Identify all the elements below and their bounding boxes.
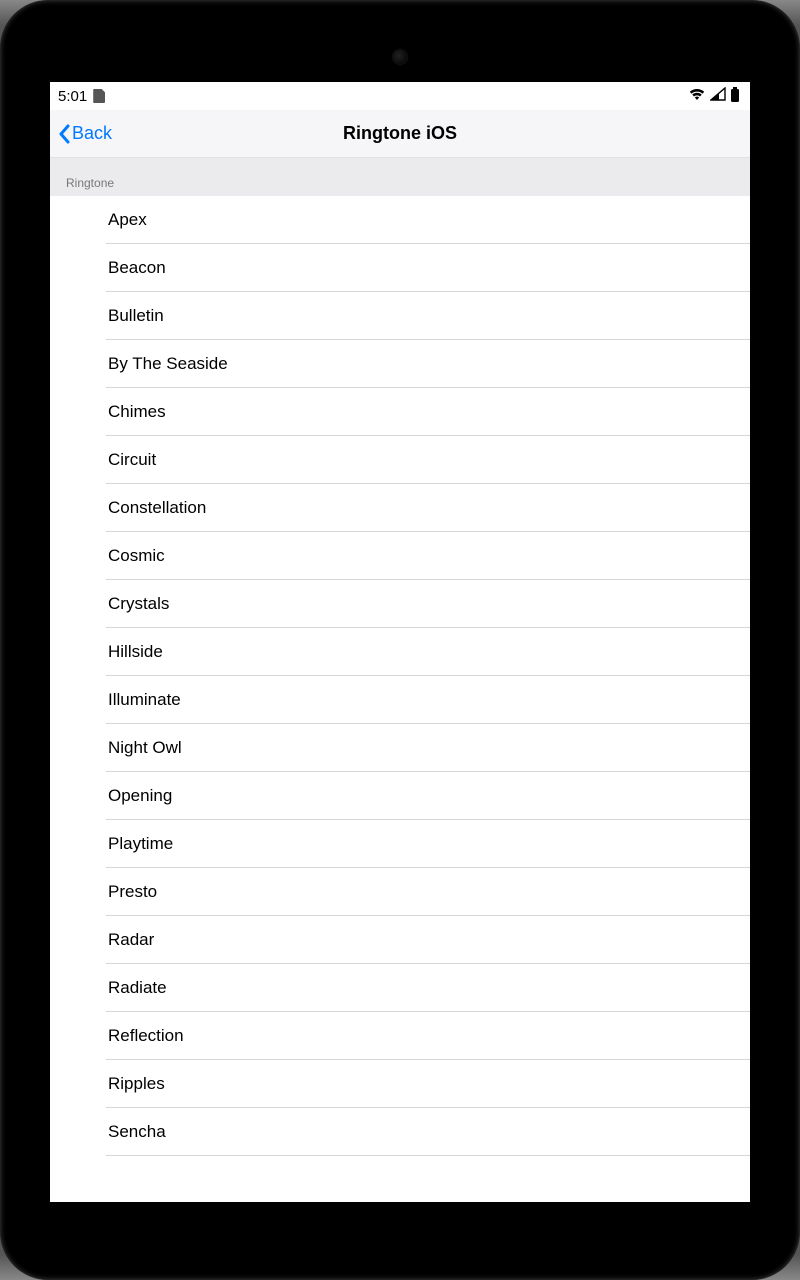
list-item[interactable]: Radiate [106, 964, 750, 1012]
status-time: 5:01 [58, 88, 87, 105]
sdcard-icon [93, 89, 105, 103]
ringtone-name: Apex [108, 210, 147, 230]
ringtone-name: Beacon [108, 258, 166, 278]
ringtone-name: Bulletin [108, 306, 164, 326]
ringtone-name: Hillside [108, 642, 163, 662]
back-button[interactable]: Back [58, 123, 112, 144]
list-item[interactable]: Opening [106, 772, 750, 820]
ringtone-name: Opening [108, 786, 172, 806]
ringtone-name: Presto [108, 882, 157, 902]
device-frame: 5:01 [0, 0, 800, 1280]
ringtone-name: Playtime [108, 834, 173, 854]
status-left: 5:01 [58, 88, 105, 105]
list-item[interactable]: Reflection [106, 1012, 750, 1060]
nav-bar: Back Ringtone iOS [50, 110, 750, 158]
wifi-icon [688, 87, 706, 105]
list-item[interactable]: Presto [106, 868, 750, 916]
ringtone-name: Reflection [108, 1026, 184, 1046]
list-item[interactable]: Playtime [106, 820, 750, 868]
list-item[interactable]: Radar [106, 916, 750, 964]
chevron-left-icon [58, 124, 70, 144]
ringtone-name: Illuminate [108, 690, 181, 710]
list-item[interactable]: Apex [106, 196, 750, 244]
list-item[interactable]: Circuit [106, 436, 750, 484]
list-item[interactable]: Constellation [106, 484, 750, 532]
ringtone-name: Radiate [108, 978, 167, 998]
device-bezel: 5:01 [18, 18, 782, 1262]
list-item[interactable]: By The Seaside [106, 340, 750, 388]
list-item[interactable]: Chimes [106, 388, 750, 436]
status-right [688, 87, 740, 106]
list-item[interactable]: Illuminate [106, 676, 750, 724]
page-title: Ringtone iOS [50, 123, 750, 144]
ringtone-name: Sencha [108, 1122, 166, 1142]
list-item[interactable]: Ripples [106, 1060, 750, 1108]
list-item[interactable]: Crystals [106, 580, 750, 628]
ringtone-name: Night Owl [108, 738, 182, 758]
list-item[interactable]: Cosmic [106, 532, 750, 580]
ringtone-name: Ripples [108, 1074, 165, 1094]
ringtone-name: Cosmic [108, 546, 165, 566]
ringtone-name: Constellation [108, 498, 206, 518]
status-bar: 5:01 [50, 82, 750, 110]
ringtone-name: By The Seaside [108, 354, 228, 374]
ringtone-name: Radar [108, 930, 154, 950]
list-item[interactable]: Sencha [106, 1108, 750, 1156]
list-item[interactable]: Beacon [106, 244, 750, 292]
list-item[interactable]: Hillside [106, 628, 750, 676]
camera-dot [393, 50, 407, 64]
ringtone-name: Crystals [108, 594, 169, 614]
section-header-ringtone: Ringtone [50, 158, 750, 196]
ringtone-name: Chimes [108, 402, 166, 422]
battery-icon [730, 87, 740, 106]
list-item[interactable]: Night Owl [106, 724, 750, 772]
ringtone-name: Circuit [108, 450, 156, 470]
ringtone-list[interactable]: Apex Beacon Bulletin By The Seaside Chimes Ci… [50, 196, 750, 1202]
list-item[interactable]: Bulletin [106, 292, 750, 340]
screen: 5:01 [50, 82, 750, 1202]
cell-signal-icon [710, 87, 726, 105]
back-label: Back [72, 123, 112, 144]
